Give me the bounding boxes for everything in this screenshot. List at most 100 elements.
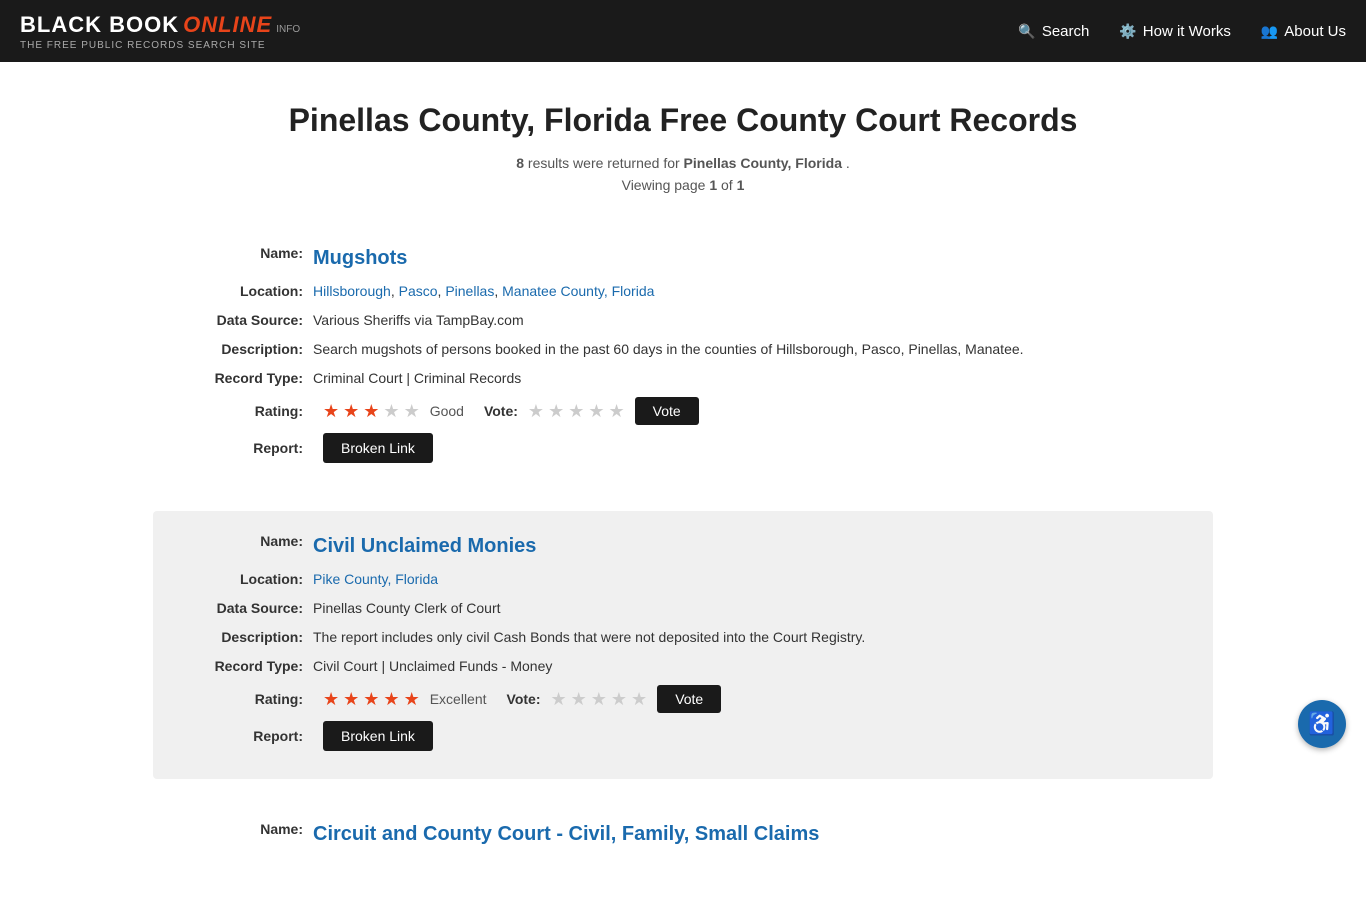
rating-label-2: Rating: <box>183 691 313 707</box>
name-label-3: Name: <box>183 819 313 849</box>
total-pages: 1 <box>737 177 745 193</box>
nav-how-it-works-label: How it Works <box>1143 23 1231 40</box>
rating-label: Rating: <box>183 403 313 419</box>
record-type-label: Record Type: <box>183 368 313 389</box>
results-location: Pinellas County, Florida <box>684 155 842 171</box>
datasource-label-2: Data Source: <box>183 598 313 619</box>
record-name-row: Name: Mugshots <box>183 243 1183 273</box>
civil-vote-star-3[interactable]: ★ <box>591 689 607 710</box>
page-title: Pinellas County, Florida Free County Cou… <box>153 102 1213 139</box>
civil-star-4: ★ <box>383 689 399 710</box>
nav-search-label: Search <box>1042 23 1090 40</box>
current-page: 1 <box>709 177 717 193</box>
vote-star-3[interactable]: ★ <box>568 401 584 422</box>
vote-star-4[interactable]: ★ <box>588 401 604 422</box>
nav-about-us-link[interactable]: 👥 About Us <box>1261 23 1346 40</box>
civil-star-1: ★ <box>323 689 339 710</box>
name-label: Name: <box>183 243 313 273</box>
logo-info: INFO <box>276 24 300 35</box>
location-label: Location: <box>183 281 313 302</box>
record-name-row-2: Name: Civil Unclaimed Monies <box>183 531 1183 561</box>
nav-about-us-label: About Us <box>1284 23 1346 40</box>
rating-stars-mugshots: ★ ★ ★ ★ ★ <box>323 401 420 422</box>
report-label: Report: <box>183 440 313 456</box>
location-pasco[interactable]: Pasco <box>399 283 438 299</box>
record-type-label-2: Record Type: <box>183 656 313 677</box>
nav-how-it-works-link[interactable]: ⚙️ How it Works <box>1119 23 1231 40</box>
star-1: ★ <box>323 401 339 422</box>
report-row-mugshots: Report: Broken Link <box>183 433 1183 463</box>
vote-button-civil[interactable]: Vote <box>657 685 721 713</box>
logo-subtitle: THE FREE PUBLIC RECORDS SEARCH SITE <box>20 40 300 51</box>
civil-vote-star-5[interactable]: ★ <box>631 689 647 710</box>
civil-vote-star-2[interactable]: ★ <box>571 689 587 710</box>
civil-unclaimed-datasource: Pinellas County Clerk of Court <box>313 598 501 619</box>
record-card-mugshots: Name: Mugshots Location: Hillsborough, P… <box>153 223 1213 491</box>
civil-rating-text: Excellent <box>430 691 487 707</box>
civil-unclaimed-link[interactable]: Civil Unclaimed Monies <box>313 531 536 561</box>
rating-row-2: Rating: ★ ★ ★ ★ ★ Excellent Vote: ★ ★ ★ … <box>183 685 1183 713</box>
description-label-2: Description: <box>183 627 313 648</box>
star-5: ★ <box>404 401 420 422</box>
star-3: ★ <box>363 401 379 422</box>
report-row-civil: Report: Broken Link <box>183 721 1183 751</box>
record-location-row: Location: Hillsborough, Pasco, Pinellas,… <box>183 281 1183 302</box>
vote-star-5[interactable]: ★ <box>608 401 624 422</box>
mugshots-description: Search mugshots of persons booked in the… <box>313 339 1024 360</box>
civil-unclaimed-description: The report includes only civil Cash Bond… <box>313 627 865 648</box>
location-manatee[interactable]: Manatee County, Florida <box>502 283 654 299</box>
page-info: Viewing page 1 of 1 <box>153 177 1213 193</box>
record-description-row-2: Description: The report includes only ci… <box>183 627 1183 648</box>
mugshots-link[interactable]: Mugshots <box>313 243 407 273</box>
name-label-2: Name: <box>183 531 313 561</box>
location-hillsborough[interactable]: Hillsborough <box>313 283 391 299</box>
main-content: Pinellas County, Florida Free County Cou… <box>133 62 1233 917</box>
results-count: 8 <box>516 155 524 171</box>
rating-row: Rating: ★ ★ ★ ★ ★ Good Vote: ★ ★ ★ ★ ★ V… <box>183 397 1183 425</box>
record-name-row-3: Name: Circuit and County Court - Civil, … <box>183 819 1183 849</box>
record-datasource-row-2: Data Source: Pinellas County Clerk of Co… <box>183 598 1183 619</box>
record-datasource-row: Data Source: Various Sheriffs via TampBa… <box>183 310 1183 331</box>
civil-vote-star-1[interactable]: ★ <box>550 689 566 710</box>
star-2: ★ <box>343 401 359 422</box>
location-label-2: Location: <box>183 569 313 590</box>
civil-vote-star-4[interactable]: ★ <box>611 689 627 710</box>
record-location-row-2: Location: Pike County, Florida <box>183 569 1183 590</box>
accessibility-icon: ♿ <box>1308 711 1335 737</box>
location-pike[interactable]: Pike County, Florida <box>313 571 438 587</box>
broken-link-button-civil[interactable]: Broken Link <box>323 721 433 751</box>
circuit-court-link[interactable]: Circuit and County Court - Civil, Family… <box>313 819 819 849</box>
star-4: ★ <box>383 401 399 422</box>
rating-stars-civil: ★ ★ ★ ★ ★ <box>323 689 420 710</box>
mugshots-location: Hillsborough, Pasco, Pinellas, Manatee C… <box>313 281 654 302</box>
vote-label-2: Vote: <box>507 691 541 707</box>
datasource-label: Data Source: <box>183 310 313 331</box>
description-label: Description: <box>183 339 313 360</box>
main-nav: 🔍 Search ⚙️ How it Works 👥 About Us <box>1018 23 1346 40</box>
accessibility-button[interactable]: ♿ <box>1298 700 1346 748</box>
search-icon: 🔍 <box>1018 23 1035 40</box>
logo-text-online: ONLINE <box>183 12 272 38</box>
broken-link-button-mugshots[interactable]: Broken Link <box>323 433 433 463</box>
mugshots-rating-text: Good <box>430 403 464 419</box>
vote-label: Vote: <box>484 403 518 419</box>
location-pinellas[interactable]: Pinellas <box>445 283 494 299</box>
mugshots-type: Criminal Court | Criminal Records <box>313 368 521 389</box>
civil-unclaimed-location: Pike County, Florida <box>313 569 438 590</box>
gear-icon: ⚙️ <box>1119 23 1136 40</box>
nav-search-link[interactable]: 🔍 Search <box>1018 23 1089 40</box>
vote-star-1[interactable]: ★ <box>528 401 544 422</box>
record-card-civil-unclaimed: Name: Civil Unclaimed Monies Location: P… <box>153 511 1213 779</box>
report-label-2: Report: <box>183 728 313 744</box>
civil-unclaimed-type: Civil Court | Unclaimed Funds - Money <box>313 656 552 677</box>
vote-stars-mugshots: ★ ★ ★ ★ ★ <box>528 401 625 422</box>
logo: BLACK BOOK ONLINE INFO THE FREE PUBLIC R… <box>20 12 300 51</box>
vote-stars-civil: ★ ★ ★ ★ ★ <box>550 689 647 710</box>
vote-button-mugshots[interactable]: Vote <box>635 397 699 425</box>
mugshots-datasource: Various Sheriffs via TampBay.com <box>313 310 524 331</box>
people-icon: 👥 <box>1261 23 1278 40</box>
site-header: BLACK BOOK ONLINE INFO THE FREE PUBLIC R… <box>0 0 1366 62</box>
civil-star-5: ★ <box>404 689 420 710</box>
vote-star-2[interactable]: ★ <box>548 401 564 422</box>
record-description-row: Description: Search mugshots of persons … <box>183 339 1183 360</box>
